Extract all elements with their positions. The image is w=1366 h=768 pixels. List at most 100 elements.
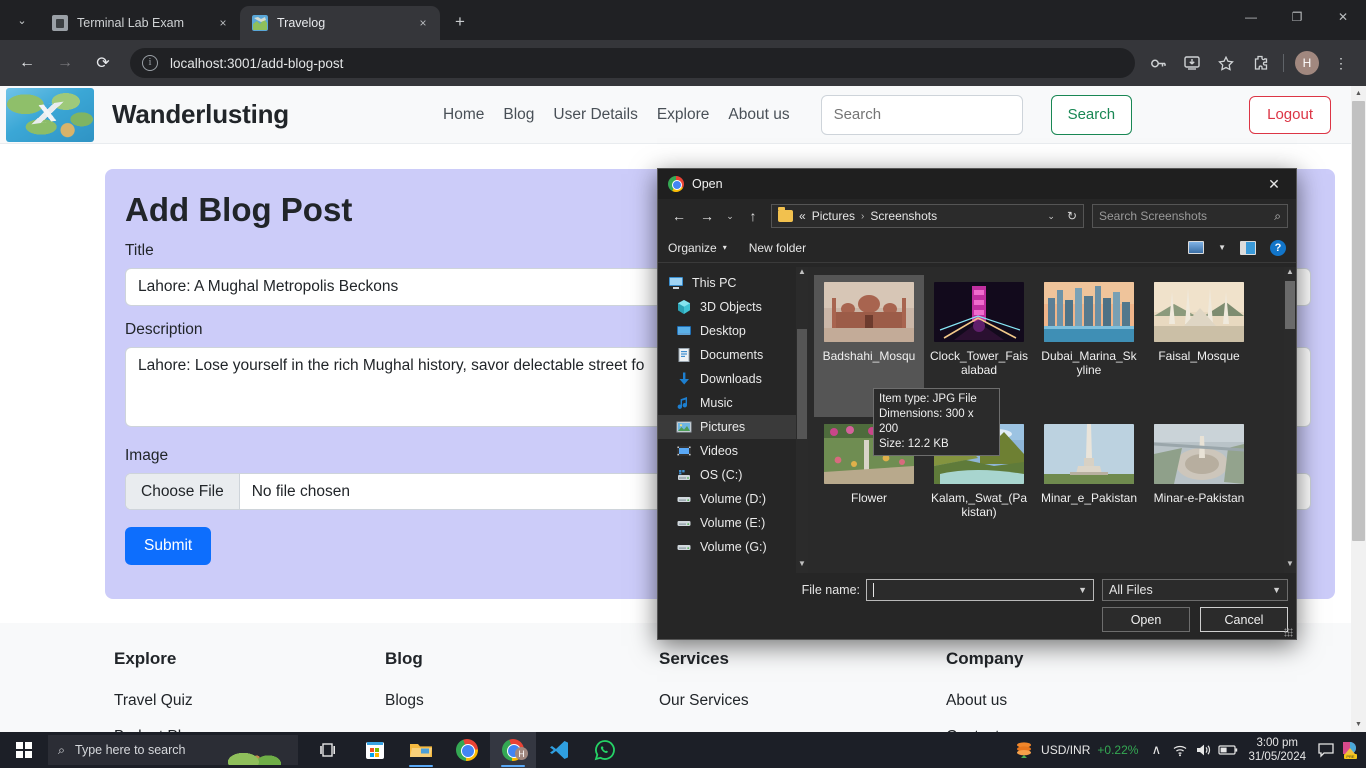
- organize-button[interactable]: Organize ▾: [668, 241, 727, 255]
- wifi-icon[interactable]: [1168, 743, 1192, 757]
- scrollbar-thumb[interactable]: [1352, 101, 1365, 541]
- clock[interactable]: 3:00 pm 31/05/2024: [1240, 736, 1314, 764]
- minimize-icon[interactable]: —: [1228, 0, 1274, 34]
- whatsapp-icon[interactable]: [582, 732, 628, 768]
- reload-icon[interactable]: ⟳: [88, 48, 118, 78]
- install-icon[interactable]: [1178, 49, 1206, 77]
- recent-locations-icon[interactable]: ⌄: [722, 203, 738, 229]
- tree-item-3d-objects[interactable]: 3D Objects: [658, 295, 808, 319]
- close-window-icon[interactable]: ✕: [1320, 0, 1366, 34]
- open-button[interactable]: Open: [1102, 607, 1190, 632]
- browser-menu-icon[interactable]: ⋮: [1327, 49, 1355, 77]
- footer-link-blogs[interactable]: Blogs: [385, 692, 659, 710]
- submit-button[interactable]: Submit: [125, 527, 212, 565]
- preview-pane-icon[interactable]: [1240, 240, 1256, 255]
- refresh-icon[interactable]: ↻: [1067, 209, 1077, 223]
- tree-item-videos[interactable]: Videos: [658, 439, 808, 463]
- battery-icon[interactable]: [1216, 744, 1240, 756]
- breadcrumb[interactable]: « Pictures › Screenshots ⌄ ↻: [771, 204, 1084, 228]
- file-item-minar-e-pakistan-2[interactable]: Minar-e-Pakistan: [1144, 417, 1254, 559]
- scroll-up-icon[interactable]: ▲: [1351, 86, 1366, 101]
- avatar[interactable]: H: [1295, 51, 1319, 75]
- help-icon[interactable]: ?: [1270, 239, 1286, 256]
- tree-item-desktop[interactable]: Desktop: [658, 319, 808, 343]
- chrome-profile-icon[interactable]: H: [490, 732, 536, 768]
- task-view-icon[interactable]: [306, 732, 352, 768]
- view-layout-icon[interactable]: [1188, 241, 1205, 254]
- close-icon[interactable]: ×: [414, 14, 432, 32]
- nav-item-explore[interactable]: Explore: [657, 106, 710, 124]
- vscode-icon[interactable]: [536, 732, 582, 768]
- tree-item-volume-e[interactable]: Volume (E:): [658, 511, 808, 535]
- breadcrumb-item-pictures[interactable]: Pictures: [812, 209, 855, 223]
- tab-travelog[interactable]: Travelog ×: [240, 6, 440, 40]
- scroll-down-icon[interactable]: ▼: [796, 559, 808, 573]
- address-bar[interactable]: i localhost:3001/add-blog-post: [130, 48, 1135, 78]
- key-icon[interactable]: [1144, 49, 1172, 77]
- chevron-down-icon[interactable]: ▼: [1218, 243, 1226, 252]
- up-one-level-icon[interactable]: ↑: [740, 203, 766, 229]
- chevron-down-icon[interactable]: ⌄: [1047, 211, 1055, 222]
- tab-search-button[interactable]: ⌄: [8, 6, 36, 34]
- dialog-search-input[interactable]: Search Screenshots ⌕: [1092, 204, 1288, 228]
- scroll-up-icon[interactable]: ▲: [796, 267, 808, 281]
- tree-item-volume-g[interactable]: Volume (G:): [658, 535, 808, 559]
- tree-item-volume-d[interactable]: Volume (D:): [658, 487, 808, 511]
- close-icon[interactable]: ✕: [1252, 169, 1296, 199]
- footer-link-travel-quiz[interactable]: Travel Quiz: [114, 692, 385, 710]
- cancel-button[interactable]: Cancel: [1200, 607, 1288, 632]
- scrollbar-thumb[interactable]: [1285, 281, 1295, 329]
- tab-terminal-lab-exam[interactable]: Terminal Lab Exam ×: [40, 6, 240, 40]
- maximize-icon[interactable]: ❐: [1274, 0, 1320, 34]
- close-icon[interactable]: ×: [214, 14, 232, 32]
- file-item-faisal-mosque[interactable]: Faisal_Mosque: [1144, 275, 1254, 417]
- tree-item-music[interactable]: Music: [658, 391, 808, 415]
- scroll-down-icon[interactable]: ▼: [1351, 717, 1366, 732]
- chevron-down-icon[interactable]: ▼: [1272, 585, 1281, 595]
- nav-item-home[interactable]: Home: [443, 106, 484, 124]
- new-tab-button[interactable]: +: [446, 8, 474, 36]
- choose-file-button[interactable]: Choose File: [126, 474, 240, 509]
- search-button[interactable]: Search: [1050, 94, 1133, 135]
- tree-scrollbar[interactable]: ▲ ▼: [796, 267, 808, 573]
- chevron-down-icon[interactable]: ▼: [1078, 585, 1087, 595]
- file-type-select[interactable]: All Files ▼: [1102, 579, 1288, 601]
- breadcrumb-item-screenshots[interactable]: Screenshots: [870, 209, 937, 223]
- notification-icon[interactable]: [1314, 742, 1338, 758]
- nav-item-blog[interactable]: Blog: [503, 106, 534, 124]
- logout-button[interactable]: Logout: [1249, 95, 1331, 134]
- file-list-scrollbar[interactable]: ▲ ▼: [1284, 267, 1296, 573]
- back-icon[interactable]: ←: [12, 48, 42, 78]
- tree-item-os-c[interactable]: OS (C:): [658, 463, 808, 487]
- tree-item-documents[interactable]: Documents: [658, 343, 808, 367]
- page-scrollbar[interactable]: ▲ ▼: [1351, 86, 1366, 732]
- tree-item-pictures[interactable]: Pictures: [658, 415, 808, 439]
- file-name-input[interactable]: ▼: [866, 579, 1094, 601]
- new-folder-button[interactable]: New folder: [749, 241, 806, 255]
- footer-link-our-services[interactable]: Our Services: [659, 692, 946, 710]
- scroll-down-icon[interactable]: ▼: [1284, 559, 1296, 573]
- scroll-up-icon[interactable]: ▲: [1284, 267, 1296, 281]
- tree-item-downloads[interactable]: Downloads: [658, 367, 808, 391]
- volume-icon[interactable]: [1192, 743, 1216, 757]
- search-input[interactable]: [820, 94, 1023, 135]
- app-icon[interactable]: PRE: [1338, 740, 1362, 760]
- chrome-icon[interactable]: [444, 732, 490, 768]
- tree-item-this-pc[interactable]: This PC: [658, 271, 808, 295]
- file-item-minar-e-pakistan-1[interactable]: Minar_e_Pakistan: [1034, 417, 1144, 559]
- currency-ticker[interactable]: USD/INR +0.22%: [1008, 739, 1144, 762]
- taskbar-search[interactable]: ⌕ Type here to search: [48, 735, 298, 765]
- resize-grip[interactable]: [1284, 628, 1293, 637]
- footer-link-about-us[interactable]: About us: [946, 692, 1217, 710]
- microsoft-store-icon[interactable]: [352, 732, 398, 768]
- bookmark-star-icon[interactable]: [1212, 49, 1240, 77]
- nav-item-user-details[interactable]: User Details: [553, 106, 637, 124]
- show-hidden-icons-icon[interactable]: ∧: [1144, 742, 1168, 758]
- start-button[interactable]: [0, 732, 48, 768]
- brand-logo-icon[interactable]: [6, 87, 94, 142]
- forward-icon[interactable]: →: [694, 203, 720, 229]
- file-explorer-icon[interactable]: [398, 732, 444, 768]
- forward-icon[interactable]: →: [50, 48, 80, 78]
- back-icon[interactable]: ←: [666, 203, 692, 229]
- extensions-puzzle-icon[interactable]: [1246, 49, 1274, 77]
